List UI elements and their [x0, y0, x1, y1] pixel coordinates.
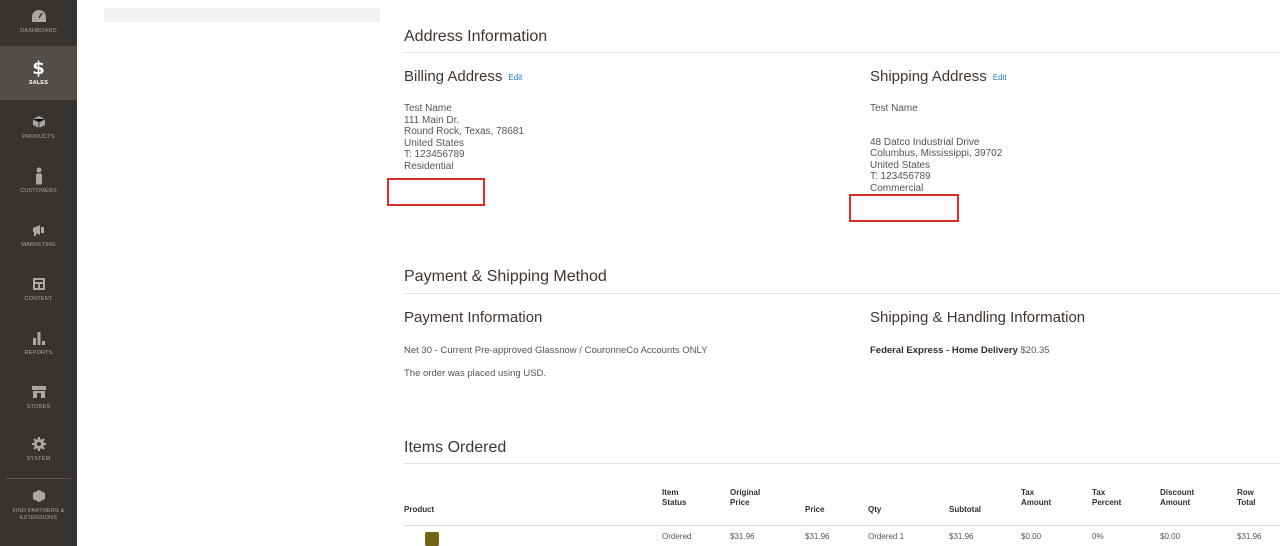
highlight-box-commercial [849, 194, 959, 222]
sidebar-label: Reports [24, 350, 53, 356]
address-line: United States [870, 159, 931, 171]
address-type: Commercial [870, 182, 924, 194]
payment-method-text: Net 30 - Current Pre-approved Glassnow /… [404, 345, 708, 356]
address-line: 111 Main Dr. [404, 114, 460, 126]
cell-item-status: Ordered [662, 532, 692, 541]
sidebar-label: Content [24, 296, 53, 302]
shipping-edit-link[interactable]: Edit [993, 73, 1007, 82]
col-header-original-price: Original Price [730, 488, 761, 507]
table-header-divider [404, 525, 1280, 526]
sidebar-label: System [26, 456, 51, 462]
highlight-box-residential [387, 178, 485, 206]
shipping-address-title: Shipping Address Edit [870, 68, 1007, 85]
billing-address-block: Test Name 111 Main Dr. Round Rock, Texas… [404, 103, 524, 172]
shipping-method-text: Federal Express - Home Delivery $20.35 [870, 345, 1050, 356]
left-panel-placeholder [104, 8, 380, 22]
megaphone-icon [31, 220, 47, 240]
sidebar-item-sales[interactable]: $ Sales [0, 46, 77, 100]
section-divider [404, 463, 1280, 464]
shipping-price: $20.35 [1020, 345, 1050, 356]
billing-address-title: Billing Address Edit [404, 68, 522, 85]
sidebar-item-system[interactable]: System [0, 428, 77, 478]
sidebar-item-content[interactable]: Content [0, 266, 77, 318]
sidebar-label: Products [22, 134, 55, 140]
payment-info-title: Payment Information [404, 309, 543, 326]
address-line-spacer [870, 115, 1002, 137]
cell-discount: $0.00 [1160, 532, 1181, 541]
sidebar-label: Sales [28, 80, 49, 86]
shipping-handling-title: Shipping & Handling Information [870, 309, 1086, 326]
col-header-item-status: Item Status [662, 488, 687, 507]
address-line: Test Name [404, 103, 452, 114]
sidebar-item-dashboard[interactable]: Dashboard [0, 0, 77, 46]
col-header-subtotal: Subtotal [949, 505, 981, 514]
box-icon [32, 486, 46, 506]
address-line: Round Rock, Texas, 78681 [404, 126, 524, 137]
address-line: 48 Datco Industrial Drive [870, 136, 980, 148]
payment-shipping-title: Payment & Shipping Method [404, 268, 607, 285]
sidebar-item-reports[interactable]: Reports [0, 320, 77, 372]
items-ordered-title: Items Ordered [404, 439, 507, 456]
sidebar-label: Customers [20, 188, 57, 194]
sidebar-divider [6, 478, 71, 479]
address-line: Columbus, Mississippi, 39702 [870, 148, 1003, 159]
section-divider [404, 52, 1280, 53]
address-line: T: 123456789 [404, 149, 465, 160]
sidebar-item-partners[interactable]: Find Partners & Extensions [0, 482, 77, 546]
admin-sidebar: Dashboard $ Sales Products Customers Mar… [0, 0, 77, 546]
col-header-tax-amount: Tax Amount [1021, 488, 1052, 507]
sidebar-label: Stores [26, 404, 51, 410]
sidebar-item-marketing[interactable]: Marketing [0, 212, 77, 264]
address-line: United States [404, 137, 465, 149]
sidebar-item-customers[interactable]: Customers [0, 158, 77, 210]
bar-chart-icon [32, 328, 46, 348]
sidebar-item-products[interactable]: Products [0, 104, 77, 156]
dollar-icon: $ [32, 57, 45, 79]
address-info-title: Address Information [404, 28, 548, 45]
product-thumbnail[interactable] [425, 532, 439, 546]
col-header-row-total: Row Total [1237, 488, 1256, 507]
sidebar-label: Find Partners & Extensions [12, 508, 65, 521]
billing-edit-link[interactable]: Edit [508, 73, 522, 82]
col-header-qty: Qty [868, 505, 882, 514]
sidebar-label: Marketing [21, 242, 56, 248]
store-icon [31, 382, 47, 402]
layout-icon [32, 274, 46, 294]
shipping-address-block: Test Name 48 Datco Industrial Drive Colu… [870, 103, 1002, 194]
billing-address-title-text: Billing Address [404, 68, 503, 85]
address-line: T: 123456789 [870, 171, 931, 182]
section-divider [404, 293, 1280, 294]
dashboard-icon [31, 6, 47, 26]
cell-tax-amount: $0.00 [1021, 532, 1042, 541]
cell-tax-percent: 0% [1092, 532, 1104, 541]
sidebar-item-stores[interactable]: Stores [0, 374, 77, 426]
currency-note: The order was placed using USD. [404, 368, 547, 379]
col-header-tax-percent: Tax Percent [1092, 488, 1122, 507]
shipping-method-name: Federal Express - Home Delivery [870, 345, 1018, 356]
cell-price: $31.96 [805, 532, 830, 541]
cell-subtotal: $31.96 [949, 532, 974, 541]
cell-qty: Ordered 1 [868, 532, 905, 541]
person-icon [34, 166, 44, 186]
sidebar-label: Dashboard [20, 28, 57, 34]
address-type: Residential [404, 160, 454, 172]
col-header-discount-amount: Discount Amount [1160, 488, 1195, 507]
shipping-address-title-text: Shipping Address [870, 68, 987, 85]
cell-row-total: $31.96 [1237, 532, 1262, 541]
address-line: Test Name [870, 103, 918, 114]
cell-original-price: $31.96 [730, 532, 755, 541]
gear-icon [31, 434, 46, 454]
col-header-price: Price [805, 505, 825, 514]
cube-icon [32, 112, 46, 132]
col-header-product: Product [404, 505, 435, 514]
